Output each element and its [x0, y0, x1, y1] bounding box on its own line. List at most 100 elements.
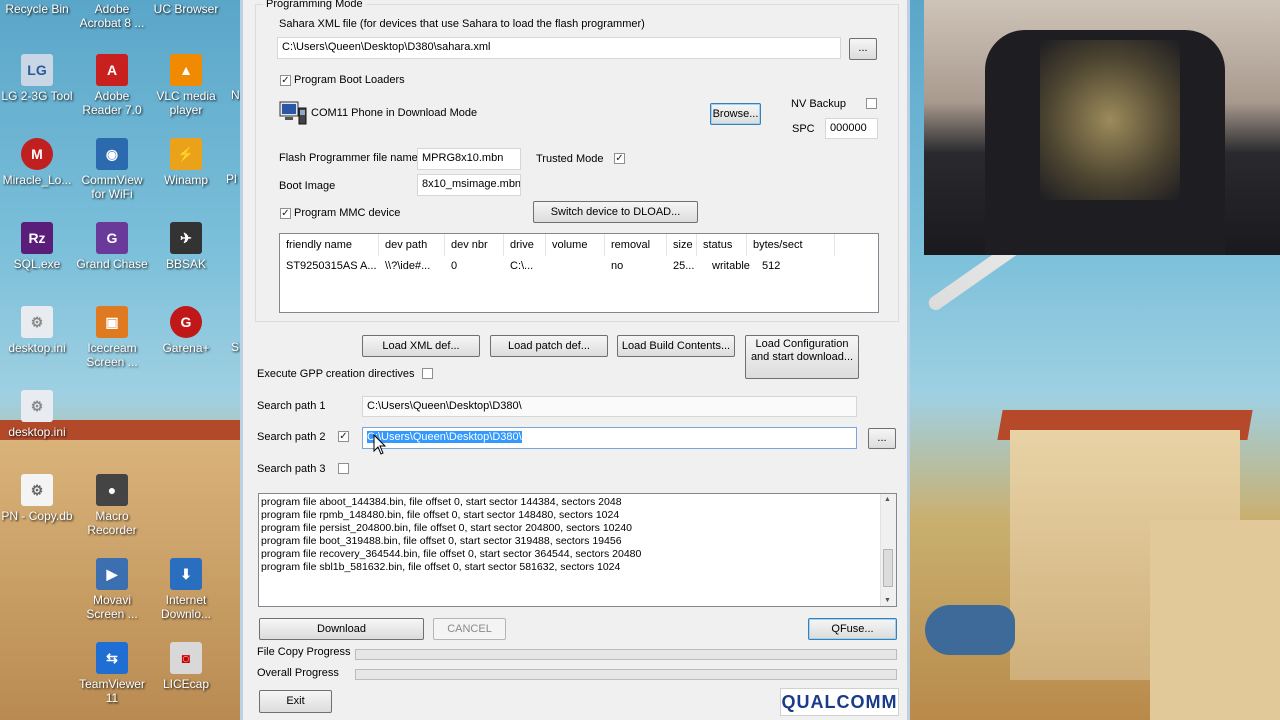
table-header[interactable]: friendly name [280, 234, 379, 256]
trusted-mode-checkbox[interactable]: ✓ [614, 153, 625, 164]
table-cell[interactable]: ST9250315AS A... [286, 260, 377, 272]
desktop-icon-desktop-ini-2[interactable]: ⚙ desktop.ini [0, 390, 74, 439]
boot-image-label: Boot Image [279, 180, 336, 192]
search-path-3-checkbox[interactable] [338, 463, 349, 474]
log-output[interactable]: program file aboot_144384.bin, file offs… [258, 493, 897, 607]
desktop-icon-sql[interactable]: Rz SQL.exe [0, 222, 74, 271]
phone-computer-icon [279, 100, 309, 125]
desktop-icon-garena[interactable]: G Garena+ [149, 306, 223, 355]
desktop-icon-label: desktop.ini [8, 425, 66, 439]
log-line: program file rpmb_148480.bin, file offse… [261, 509, 620, 521]
mouse-cursor-icon [373, 433, 389, 458]
desktop-icon-uc-browser[interactable]: UC Browser [149, 2, 223, 16]
nv-backup-checkbox[interactable] [866, 98, 877, 109]
table-header[interactable]: size [667, 234, 697, 256]
program-boot-loaders-checkbox[interactable]: ✓ [280, 75, 291, 86]
table-cell[interactable]: 25... [673, 260, 694, 272]
log-lines: program file aboot_144384.bin, file offs… [259, 494, 896, 574]
qfuse-button[interactable]: QFuse... [808, 618, 897, 640]
desktop-icon-label: Macro Recorder [87, 509, 137, 537]
table-header[interactable]: status [697, 234, 747, 256]
spc-field[interactable]: 000000 [825, 118, 878, 139]
cancel-button[interactable]: CANCEL [433, 618, 506, 640]
macro-recorder-icon: ● [96, 474, 128, 506]
lg-tool-icon: LG [21, 54, 53, 86]
load-patch-def-button[interactable]: Load patch def... [490, 335, 608, 357]
table-cell[interactable]: 512 [762, 260, 780, 272]
desktop-icon-label: desktop.ini [8, 341, 66, 355]
file-copy-progress-label: File Copy Progress [257, 646, 351, 658]
search-path-2-browse-button[interactable]: ... [868, 428, 896, 449]
table-header[interactable]: volume [546, 234, 605, 256]
desktop-icon-recycle-bin[interactable]: Recycle Bin [0, 2, 74, 16]
program-mmc-checkbox[interactable]: ✓ [280, 208, 291, 219]
load-configuration-button[interactable]: Load Configuration and start download... [745, 335, 859, 379]
scroll-up-icon[interactable]: ▲ [884, 496, 891, 503]
search-path-1-label: Search path 1 [257, 400, 326, 412]
desktop-icon-movavi[interactable]: ▶ Movavi Screen ... [75, 558, 149, 621]
desktop-icon-idm[interactable]: ⬇ Internet Downlo... [149, 558, 223, 621]
desktop-icon-commview[interactable]: ◉ CommView for WiFi [75, 138, 149, 201]
table-cell[interactable]: C:\... [510, 260, 533, 272]
desktop-icon-acrobat[interactable]: Adobe Acrobat 8 ... [75, 2, 149, 30]
table-header[interactable]: dev nbr [445, 234, 504, 256]
desktop-icon-licecap[interactable]: ◙ LICEcap [149, 642, 223, 691]
desktop-icon-vlc[interactable]: ▲ VLC media player [149, 54, 223, 117]
scrollbar-thumb[interactable] [883, 549, 893, 587]
razer-icon: Rz [21, 222, 53, 254]
desktop-icon-label: PN - Copy.db [1, 509, 73, 523]
overall-progress-bar [355, 669, 897, 680]
sahara-xml-path-field[interactable]: C:\Users\Queen\Desktop\D380\sahara.xml [277, 37, 841, 59]
programming-mode-title: Programming Mode [263, 0, 366, 10]
load-xml-def-button[interactable]: Load XML def... [362, 335, 480, 357]
load-build-contents-button[interactable]: Load Build Contents... [617, 335, 735, 357]
desktop-icon-adobe-reader[interactable]: A Adobe Reader 7.0 [75, 54, 149, 117]
program-boot-loaders-label: Program Boot Loaders [294, 74, 405, 86]
desktop-icon-label: Recycle Bin [5, 2, 69, 16]
miracle-icon: M [21, 138, 53, 170]
desktop-icon-teamviewer[interactable]: ⇆ TeamViewer 11 [75, 642, 149, 705]
flash-programmer-field[interactable]: MPRG8x10.mbn [417, 148, 521, 170]
search-path-2-field[interactable]: C:\Users\Queen\Desktop\D380\ [362, 427, 857, 449]
table-cell[interactable]: 0 [451, 260, 457, 272]
scroll-down-icon[interactable]: ▼ [884, 597, 891, 604]
adobe-reader-icon: A [96, 54, 128, 86]
desktop-icon-lg-tool[interactable]: LG LG 2-3G Tool [0, 54, 74, 103]
desktop-icon-bbsak[interactable]: ✈ BBSAK [149, 222, 223, 271]
table-header[interactable]: drive [504, 234, 546, 256]
table-cell[interactable]: \\?\ide#... [385, 260, 430, 272]
table-header[interactable]: dev path [379, 234, 445, 256]
table-cell[interactable]: writable [712, 260, 750, 272]
overall-progress-label: Overall Progress [257, 667, 339, 679]
desktop-icon-icecream[interactable]: ▣ Icecream Screen ... [75, 306, 149, 369]
desktop-icon-pn-copy-db[interactable]: ⚙ PN - Copy.db [0, 474, 74, 523]
desktop-icon-grand-chase[interactable]: G Grand Chase [75, 222, 149, 271]
port-browse-button[interactable]: Browse... [710, 103, 761, 125]
execute-gpp-label: Execute GPP creation directives [257, 368, 415, 380]
desktop-icon-miracle[interactable]: M Miracle_Lo... [0, 138, 74, 187]
exit-button[interactable]: Exit [259, 690, 332, 713]
execute-gpp-checkbox[interactable] [422, 368, 433, 379]
search-path-1-field[interactable]: C:\Users\Queen\Desktop\D380\ [362, 396, 857, 417]
log-scrollbar[interactable]: ▲ ▼ [880, 494, 896, 606]
desktop-partial-label: Pl [226, 172, 237, 186]
switch-dload-button[interactable]: Switch device to DLOAD... [533, 201, 698, 223]
desktop-partial-label: N [231, 88, 240, 102]
download-button[interactable]: Download [259, 618, 424, 640]
desktop-icon-label: Adobe Reader 7.0 [82, 89, 142, 117]
desktop-icon-label: LG 2-3G Tool [1, 89, 73, 103]
boot-image-field[interactable]: 8x10_msimage.mbn [417, 174, 521, 196]
sahara-browse-button[interactable]: ... [849, 38, 877, 60]
desktop-icon-label: Winamp [163, 173, 208, 187]
search-path-2-checkbox[interactable]: ✓ [338, 431, 349, 442]
desktop-icon-winamp[interactable]: ⚡ Winamp [149, 138, 223, 187]
desktop-icon-desktop-ini-1[interactable]: ⚙ desktop.ini [0, 306, 74, 355]
grand-chase-icon: G [96, 222, 128, 254]
table-header[interactable]: removal [605, 234, 667, 256]
desktop-icon-label: Adobe Acrobat 8 ... [79, 2, 145, 30]
table-cell[interactable]: no [611, 260, 623, 272]
table-header[interactable]: bytes/sect [747, 234, 835, 256]
desktop-icon-label: TeamViewer 11 [79, 677, 145, 705]
vlc-icon: ▲ [170, 54, 202, 86]
desktop-icon-macro-recorder[interactable]: ● Macro Recorder [75, 474, 149, 537]
